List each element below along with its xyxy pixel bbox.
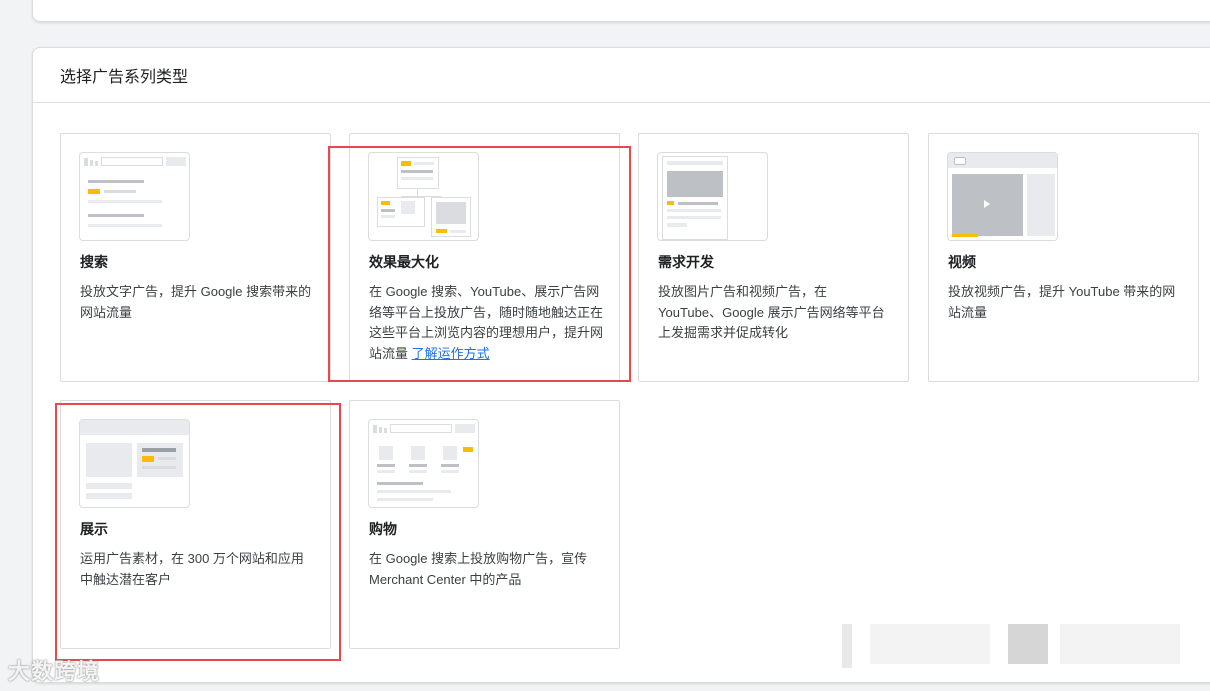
campaign-type-display[interactable]: 展示 运用广告素材，在 300 万个网站和应用中触达潜在客户 — [60, 400, 331, 649]
campaign-type-description: 投放图片广告和视频广告，在 YouTube、Google 展示广告网络等平台上发… — [658, 284, 885, 340]
blurred-region — [842, 624, 852, 668]
campaign-type-description: 投放文字广告，提升 Google 搜索带来的网站流量 — [80, 284, 312, 320]
play-icon — [984, 200, 990, 208]
campaign-type-shopping[interactable]: 购物 在 Google 搜索上投放购物广告，宣传 Merchant Center… — [349, 400, 620, 649]
watermark-logo: 大数跨境 — [8, 659, 101, 684]
campaign-type-description: 运用广告素材，在 300 万个网站和应用中触达潜在客户 — [80, 551, 304, 587]
campaign-type-title: 购物 — [369, 521, 397, 537]
previous-section-card — [32, 0, 1210, 22]
campaign-type-demand-gen[interactable]: 需求开发 投放图片广告和视频广告，在 YouTube、Google 展示广告网络… — [638, 133, 909, 382]
campaign-type-search[interactable]: 搜索 投放文字广告，提升 Google 搜索带来的网站流量 — [60, 133, 331, 382]
campaign-type-title: 视频 — [948, 254, 976, 270]
card-header: 选择广告系列类型 — [33, 48, 1210, 103]
blurred-region — [870, 624, 990, 664]
campaign-type-title: 效果最大化 — [369, 254, 439, 270]
blurred-region — [1060, 624, 1180, 664]
search-thumbnail-icon — [79, 152, 190, 241]
performance-max-thumbnail-icon — [368, 152, 479, 241]
learn-how-it-works-link[interactable]: 了解运作方式 — [412, 346, 490, 361]
campaign-type-description: 在 Google 搜索、YouTube、展示广告网络等平台上投放广告，随时随地触… — [369, 282, 605, 364]
shopping-thumbnail-icon — [368, 419, 479, 508]
campaign-type-title: 展示 — [80, 521, 108, 537]
video-thumbnail-icon — [947, 152, 1058, 241]
campaign-type-video[interactable]: 视频 投放视频广告，提升 YouTube 带来的网站流量 — [928, 133, 1199, 382]
campaign-type-description: 在 Google 搜索上投放购物广告，宣传 Merchant Center 中的… — [369, 551, 588, 587]
campaign-type-description: 投放视频广告，提升 YouTube 带来的网站流量 — [948, 284, 1176, 320]
blurred-region — [1008, 624, 1048, 664]
campaign-type-title: 搜索 — [80, 254, 108, 270]
demand-gen-thumbnail-icon — [657, 152, 768, 241]
display-thumbnail-icon — [79, 419, 190, 508]
campaign-type-performance-max[interactable]: 效果最大化 在 Google 搜索、YouTube、展示广告网络等平台上投放广告… — [349, 133, 620, 382]
section-title: 选择广告系列类型 — [60, 69, 189, 86]
campaign-type-title: 需求开发 — [658, 254, 714, 270]
